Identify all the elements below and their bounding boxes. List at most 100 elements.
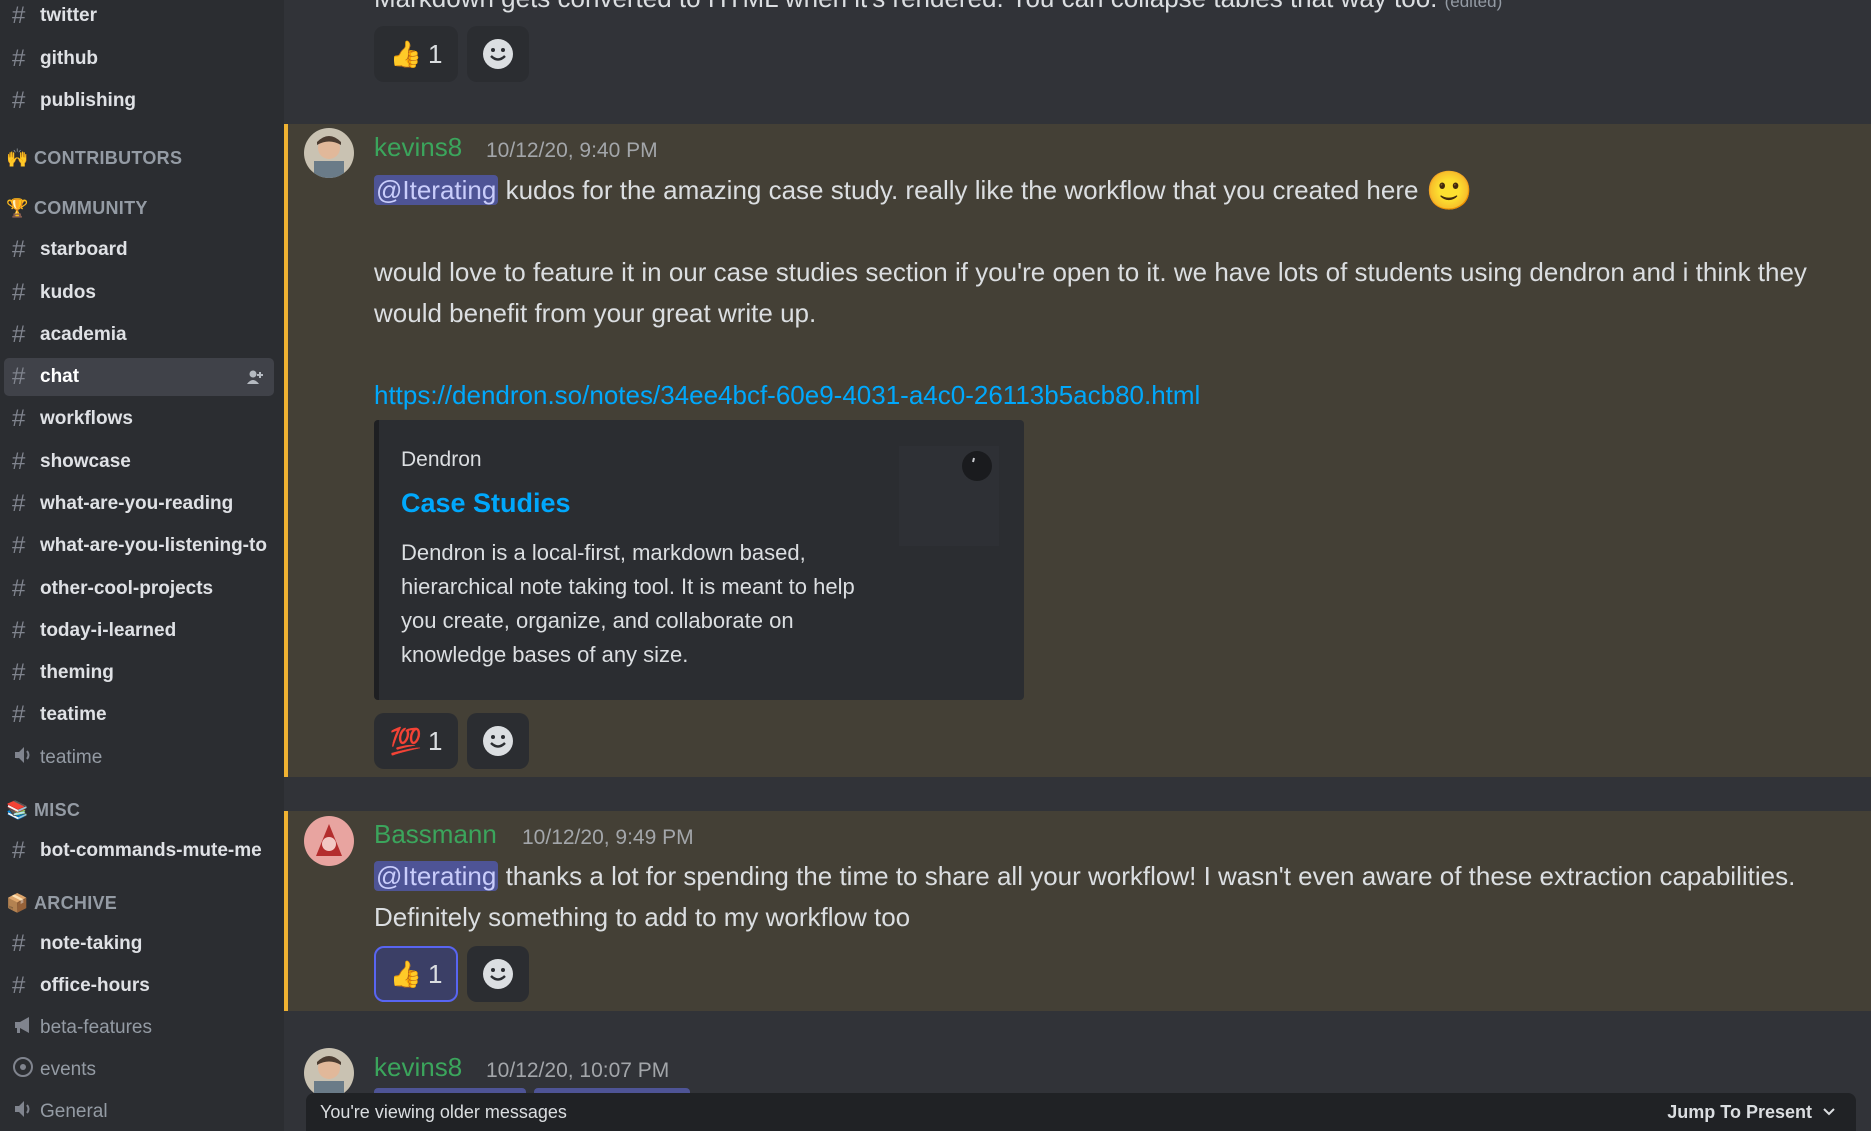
message-text: @Iterating thanks a lot for spending the…: [374, 861, 1796, 932]
channel-name: office-hours: [40, 975, 150, 996]
category-emoji: 📦: [6, 892, 29, 913]
reaction-count: 1: [427, 725, 443, 756]
hash-icon: #: [12, 490, 26, 517]
message-timestamp: 10/12/20, 10:07 PM: [486, 1059, 670, 1082]
channel-name: General: [40, 1101, 108, 1122]
add-reaction-icon: [483, 959, 513, 989]
announcement-icon: [12, 1014, 40, 1042]
hash-icon: #: [12, 617, 26, 644]
hash-icon: #: [12, 321, 26, 348]
embed-thumbnail: [899, 446, 999, 546]
stage-icon: [12, 1056, 40, 1084]
sidebar-item-chat[interactable]: # chat: [4, 358, 274, 396]
avatar[interactable]: [304, 816, 354, 866]
channel-name: note-taking: [40, 933, 143, 954]
sidebar-item-note-taking[interactable]: # note-taking: [4, 925, 274, 963]
channel-name: what-are-you-listening-to: [40, 535, 267, 556]
avatar[interactable]: [304, 1048, 354, 1098]
thumbs-up-emoji: 👍: [389, 958, 422, 989]
hash-icon: #: [12, 279, 26, 306]
sidebar-item-twitter[interactable]: # twitter: [4, 0, 274, 35]
reaction-thumbs-up[interactable]: 👍 1: [374, 26, 458, 82]
sidebar-item-General[interactable]: General: [4, 1093, 274, 1131]
hash-icon: #: [12, 45, 26, 72]
user-mention[interactable]: @Iterating: [374, 175, 499, 205]
add-reaction-button[interactable]: [467, 946, 529, 1002]
reaction-hundred[interactable]: 💯 1: [374, 713, 458, 769]
category-emoji: 📚: [6, 799, 29, 820]
user-mention[interactable]: @Iterating: [374, 861, 499, 891]
reaction-thumbs-up-selected[interactable]: 👍 1: [374, 946, 458, 1002]
sidebar-item-events[interactable]: events: [4, 1051, 274, 1089]
sidebar-item-teatime[interactable]: # teatime: [4, 696, 274, 734]
sidebar-item-publishing[interactable]: # publishing: [4, 82, 274, 120]
sidebar-item-what-are-you-listening-to[interactable]: # what-are-you-listening-to: [4, 527, 274, 565]
hash-icon: #: [12, 575, 26, 602]
embed-provider: Dendron: [401, 448, 482, 471]
smile-emoji: 🙂: [1425, 170, 1473, 213]
channel-name: showcase: [40, 451, 131, 472]
sidebar-item-office-hours[interactable]: # office-hours: [4, 967, 274, 1005]
sidebar-item-today-i-learned[interactable]: # today-i-learned: [4, 612, 274, 650]
hash-icon: #: [12, 2, 26, 29]
message-list: Markdown gets converted to HTML when it'…: [284, 0, 1871, 1131]
avatar[interactable]: [304, 128, 354, 178]
channel-name: other-cool-projects: [40, 578, 214, 599]
category-community[interactable]: 🏆 COMMUNITY: [6, 195, 148, 221]
message-author[interactable]: Bassmann: [374, 819, 497, 850]
hash-icon: #: [12, 701, 26, 728]
channel-name: events: [40, 1059, 96, 1080]
hash-icon: #: [12, 659, 26, 686]
sidebar-item-kudos[interactable]: # kudos: [4, 274, 274, 312]
channel-name: teatime: [40, 747, 103, 768]
hash-icon: #: [12, 87, 26, 114]
channel-name: publishing: [40, 90, 137, 111]
sidebar-item-starboard[interactable]: # starboard: [4, 231, 274, 269]
category-label: CONTRIBUTORS: [34, 147, 183, 168]
sidebar-item-beta-features[interactable]: beta-features: [4, 1009, 274, 1047]
category-misc[interactable]: 📚 MISC: [6, 797, 80, 823]
message-author[interactable]: kevins8: [374, 132, 462, 163]
channel-name: github: [40, 48, 99, 69]
category-contributors[interactable]: 🙌 CONTRIBUTORS: [6, 145, 182, 171]
category-label: ARCHIVE: [34, 892, 118, 913]
spinner-icon: [962, 451, 992, 481]
embed-title[interactable]: Case Studies: [401, 488, 571, 519]
invite-icon[interactable]: [246, 368, 264, 392]
add-reaction-button[interactable]: [467, 26, 529, 82]
message-line: @Iterating kudos for the amazing case st…: [374, 170, 1473, 213]
hash-icon: #: [12, 837, 26, 864]
sidebar-item-academia[interactable]: # academia: [4, 316, 274, 354]
channel-name: academia: [40, 324, 127, 345]
jump-to-present-button[interactable]: Jump To Present: [1667, 1102, 1836, 1123]
link-embed: Dendron Case Studies Dendron is a local-…: [374, 420, 1024, 700]
add-reaction-button[interactable]: [467, 713, 529, 769]
hash-icon: #: [12, 448, 26, 475]
sidebar-item-teatime[interactable]: teatime: [4, 739, 274, 777]
channel-name: kudos: [40, 282, 96, 303]
add-reaction-icon: [483, 726, 513, 756]
older-messages-text: You're viewing older messages: [320, 1101, 567, 1122]
category-archive[interactable]: 📦 ARCHIVE: [6, 890, 117, 916]
message-author[interactable]: kevins8: [374, 1052, 462, 1083]
message-link[interactable]: https://dendron.so/notes/34ee4bcf-60e9-4…: [374, 380, 1200, 411]
reaction-count: 1: [427, 958, 443, 989]
channel-name: twitter: [40, 5, 97, 26]
sidebar-item-other-cool-projects[interactable]: # other-cool-projects: [4, 570, 274, 608]
previous-message-text: Markdown gets converted to HTML when it'…: [374, 0, 1503, 13]
sidebar-item-workflows[interactable]: # workflows: [4, 400, 274, 438]
sidebar-item-theming[interactable]: # theming: [4, 654, 274, 692]
reaction-count: 1: [427, 38, 443, 69]
sidebar-item-github[interactable]: # github: [4, 40, 274, 78]
sidebar-item-what-are-you-reading[interactable]: # what-are-you-reading: [4, 485, 274, 523]
channel-name: workflows: [40, 408, 133, 429]
category-label: MISC: [34, 799, 81, 820]
channel-name: starboard: [40, 239, 128, 260]
embed-description: Dendron is a local-first, markdown based…: [401, 540, 855, 667]
channel-name: chat: [40, 366, 80, 387]
add-reaction-icon: [483, 39, 513, 69]
message-paragraph: would love to feature it in our case stu…: [374, 257, 1807, 328]
sidebar-item-bot-commands-mute-me[interactable]: # bot-commands-mute-me: [4, 832, 274, 870]
sidebar-item-showcase[interactable]: # showcase: [4, 443, 274, 481]
channel-name: beta-features: [40, 1017, 152, 1038]
